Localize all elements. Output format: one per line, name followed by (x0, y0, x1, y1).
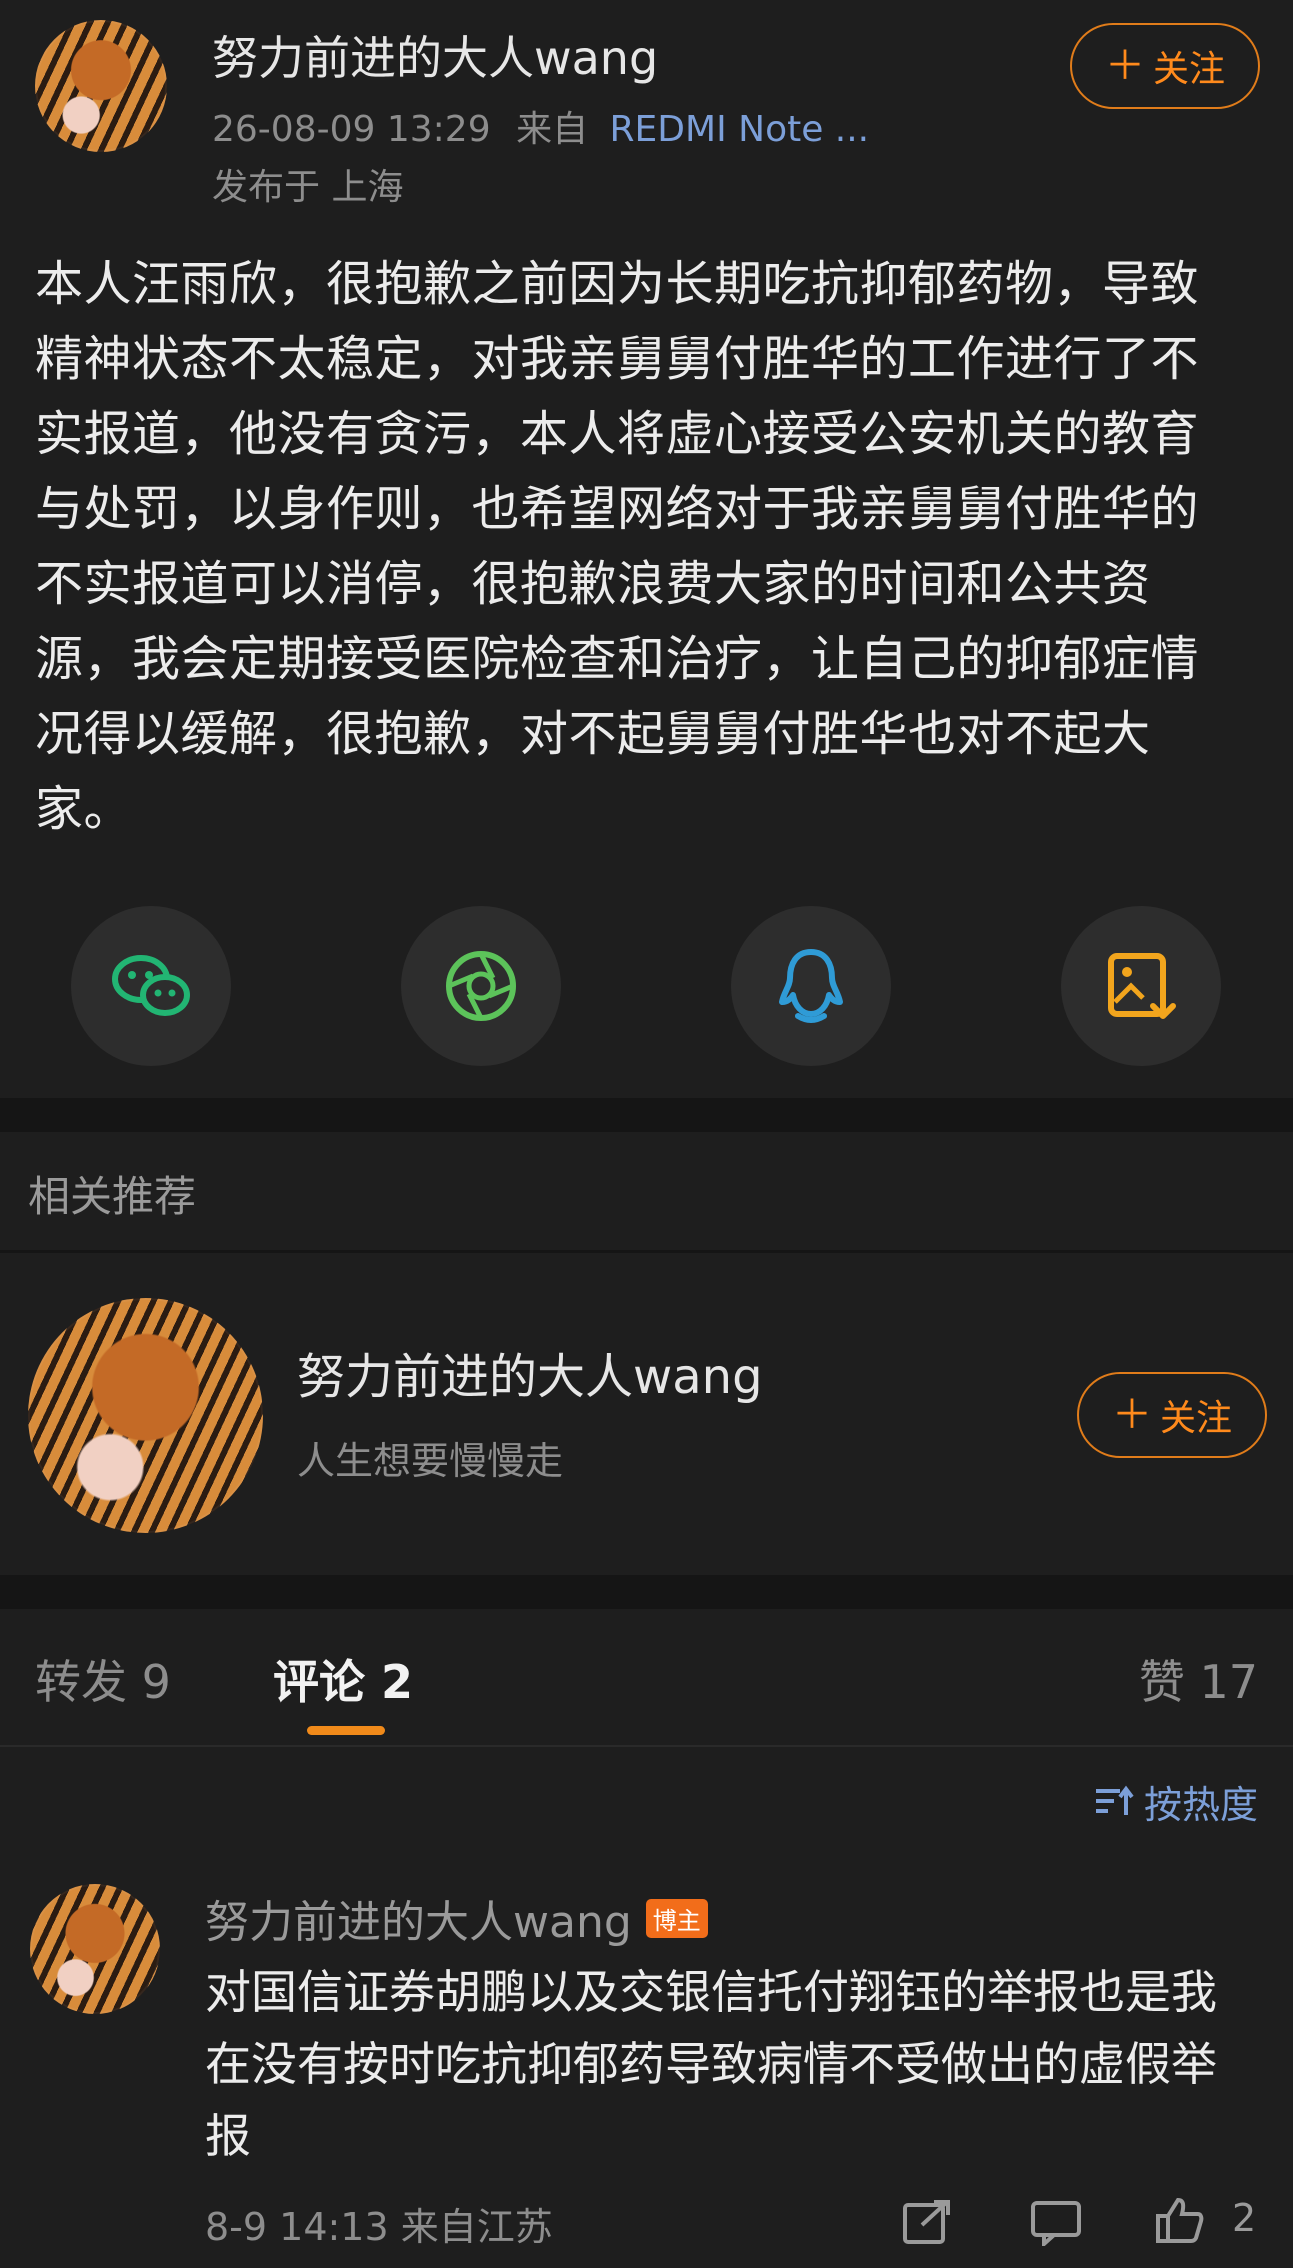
post-body: 本人汪雨欣，很抱歉之前因为长期吃抗抑郁药物，导致精神状态不太稳定，对我亲舅舅付胜… (35, 256, 1200, 837)
related-user-bio: 人生想要慢慢走 (297, 1439, 564, 1483)
related-divider (0, 1250, 1293, 1253)
reply-icon[interactable] (1030, 2200, 1082, 2246)
related-follow-button[interactable]: ＋ 关注 (1077, 1372, 1267, 1458)
related-header: 相关推荐 (28, 1172, 197, 1221)
author-badge: 博主 (645, 1898, 708, 1938)
sort-button[interactable]: 按热度 (1094, 1774, 1258, 1829)
post-time: 26-08-09 13:29 (212, 109, 491, 150)
sort-icon (1095, 1785, 1134, 1815)
plus-icon: ＋ (1111, 1392, 1152, 1438)
section-divider-2 (0, 1575, 1293, 1609)
related-user-avatar[interactable] (28, 1298, 263, 1533)
post-author-name[interactable]: 努力前进的大人wang (212, 22, 658, 88)
wechat-icon (112, 955, 190, 1016)
post-author-avatar[interactable] (35, 20, 167, 152)
comment-like-count: 2 (1232, 2196, 1257, 2240)
comment-author-avatar[interactable] (30, 1884, 160, 2014)
tab-active-indicator (307, 1726, 385, 1735)
post-location: 发布于 上海 (212, 167, 404, 208)
share-moments-button[interactable] (401, 906, 561, 1066)
comment-text: 对国信证券胡鹏以及交银信托付翔钰的举报也是我在没有按时吃抗抑郁药导致病情不受做出… (205, 1965, 1217, 2163)
moments-icon (446, 951, 516, 1021)
post-device[interactable]: REDMI Note ... (610, 109, 870, 150)
tab-likes[interactable]: 赞 17 (1139, 1646, 1258, 1712)
follow-button[interactable]: ＋ 关注 (1070, 23, 1260, 109)
comment-meta: 8-9 14:13 来自江苏 (205, 2205, 553, 2249)
comment-author-row: 努力前进的大人wang 博主 (205, 1886, 708, 1950)
like-icon[interactable] (1154, 2196, 1204, 2244)
section-divider (0, 1098, 1293, 1132)
related-follow-label: 关注 (1159, 1398, 1232, 1439)
share-qq-button[interactable] (731, 906, 891, 1066)
comment-author-name[interactable]: 努力前进的大人wang (205, 1886, 632, 1950)
sort-label: 按热度 (1143, 1783, 1258, 1827)
tabs-divider (0, 1745, 1293, 1747)
tab-repost[interactable]: 转发 9 (35, 1646, 171, 1712)
post-from-label: 来自 (516, 109, 589, 150)
plus-icon: ＋ (1104, 43, 1145, 89)
share-wechat-button[interactable] (71, 906, 231, 1066)
related-user-name[interactable]: 努力前进的大人wang (297, 1337, 763, 1407)
post-meta: 26-08-09 13:29 来自 REDMI Note ... (212, 100, 869, 152)
qq-icon (779, 949, 843, 1023)
share-save-image-button[interactable] (1061, 906, 1221, 1066)
save-image-icon (1108, 953, 1176, 1019)
follow-label: 关注 (1152, 49, 1225, 90)
share-icon[interactable] (902, 2199, 952, 2245)
tab-comments[interactable]: 评论 2 (273, 1646, 413, 1712)
